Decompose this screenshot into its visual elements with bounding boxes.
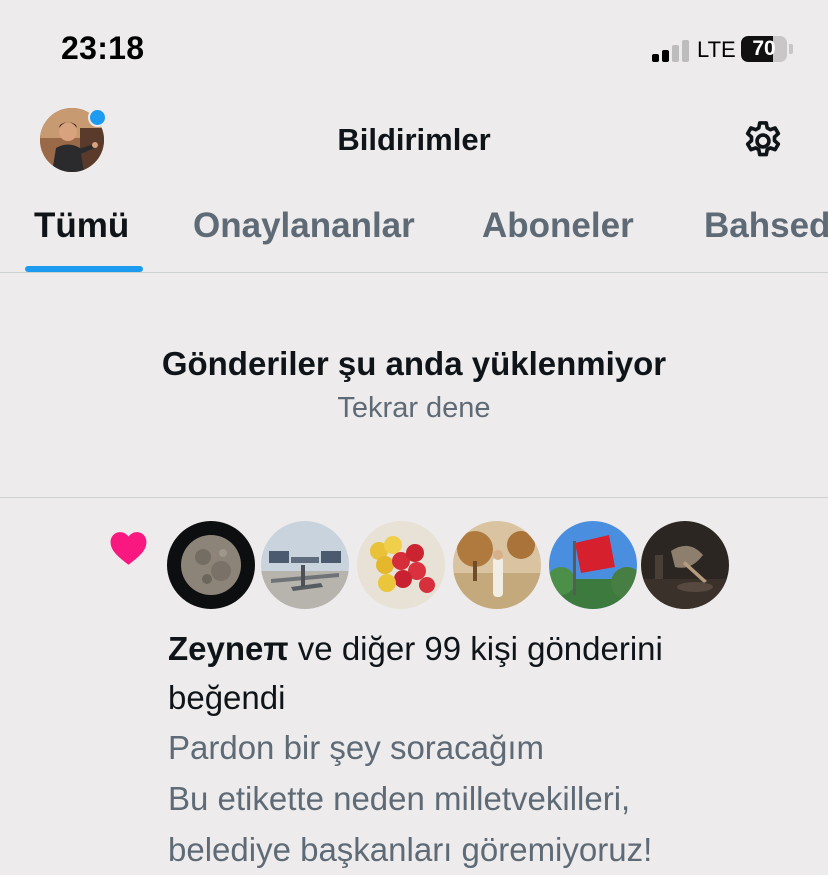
- liker-name[interactable]: Zeyneπ: [168, 630, 289, 667]
- liker-avatar-flag[interactable]: [549, 521, 637, 609]
- gear-icon[interactable]: [740, 118, 786, 164]
- heart-icon: [108, 528, 149, 566]
- battery-level: 70: [752, 37, 776, 60]
- status-time: 23:18: [61, 30, 145, 66]
- error-title: Gönderiler şu anda yüklenmiyor: [161, 345, 667, 382]
- liker-avatar-moon[interactable]: [167, 521, 255, 609]
- tab-verified[interactable]: Onaylananlar: [193, 206, 415, 246]
- battery-icon: 70: [741, 36, 787, 62]
- tweet-line: Bu etikette neden milletvekilleri,: [168, 780, 631, 817]
- notification-text[interactable]: Zeyneπ ve diğer 99 kişi gönderini beğend…: [168, 624, 808, 722]
- tweet-line: Pardon bir şey soracağım: [168, 729, 545, 766]
- tab-bar: Tümü Onaylananlar Aboneler Bahsedenler: [0, 190, 828, 272]
- notification-text-rest: ve diğer 99 kişi gönderini: [288, 630, 663, 667]
- tweet-line: belediye başkanları göremiyoruz!: [168, 831, 653, 868]
- retry-link[interactable]: Tekrar dene: [0, 392, 828, 425]
- network-type: LTE: [697, 37, 736, 62]
- tab-mentions[interactable]: Bahsedenler: [704, 206, 828, 246]
- notification-text-rest-2: beğendi: [168, 679, 286, 716]
- liker-avatar-drones[interactable]: [261, 521, 349, 609]
- liker-avatar-apples[interactable]: [357, 521, 445, 609]
- status-bar: 23:18 LTE 70: [0, 0, 828, 100]
- tab-all[interactable]: Tümü: [34, 206, 129, 246]
- header: Bildirimler: [0, 100, 828, 180]
- page-title: Bildirimler: [337, 122, 491, 157]
- tab-subscribers[interactable]: Aboneler: [482, 206, 634, 246]
- signal-icon: [652, 38, 692, 62]
- divider: [0, 272, 828, 273]
- liker-avatar-landscape[interactable]: [453, 521, 541, 609]
- tweet-preview[interactable]: Pardon bir şey soracağım Bu etikette ned…: [168, 722, 808, 875]
- liker-avatar-still-life[interactable]: [641, 521, 729, 609]
- divider: [0, 497, 828, 498]
